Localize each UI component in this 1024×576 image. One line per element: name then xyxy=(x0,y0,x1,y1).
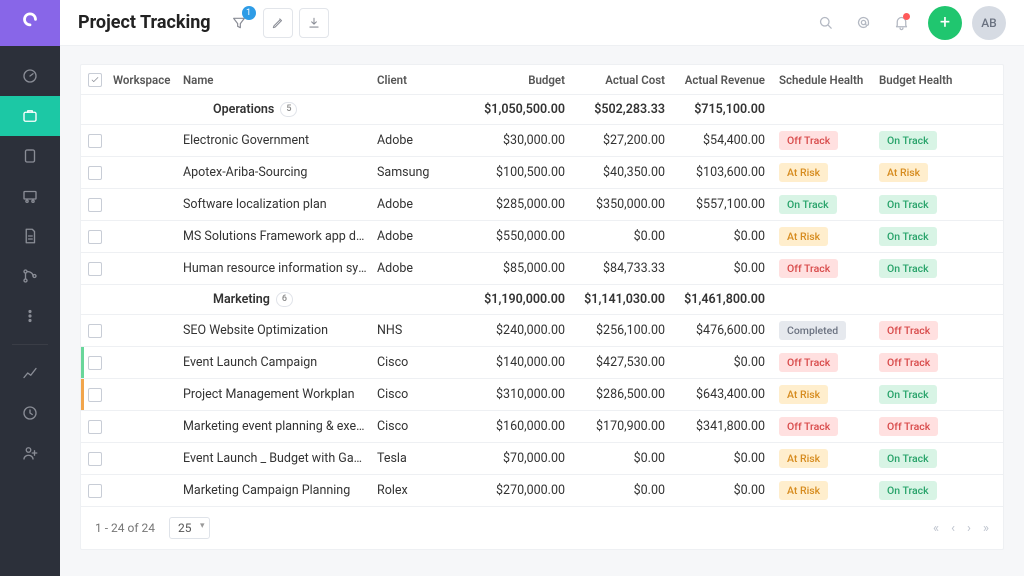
col-cost[interactable]: Actual Cost xyxy=(579,73,679,87)
page-title: Project Tracking xyxy=(78,12,211,33)
row-checkbox[interactable] xyxy=(88,198,102,212)
row-checkbox[interactable] xyxy=(88,356,102,370)
pager: 1 - 24 of 24 25 « ‹ › » xyxy=(81,507,1003,549)
avatar[interactable]: AB xyxy=(972,6,1006,40)
row-checkbox[interactable] xyxy=(88,262,102,276)
pager-prev[interactable]: ‹ xyxy=(951,521,955,536)
col-schedule[interactable]: Schedule Health xyxy=(779,73,879,87)
bell-icon[interactable] xyxy=(884,6,918,40)
nav-separator xyxy=(12,344,48,345)
nav-docs[interactable] xyxy=(0,216,60,256)
row-checkbox[interactable] xyxy=(88,230,102,244)
pager-range: 1 - 24 of 24 xyxy=(95,521,155,535)
add-button[interactable]: + xyxy=(928,6,962,40)
table-row[interactable]: MS Solutions Framework app devel…Adobe$5… xyxy=(81,221,1003,253)
edit-button[interactable] xyxy=(263,8,293,38)
table-row[interactable]: Software localization planAdobe$285,000.… xyxy=(81,189,1003,221)
nav-git[interactable] xyxy=(0,256,60,296)
nav-time[interactable] xyxy=(0,393,60,433)
row-checkbox[interactable] xyxy=(88,324,102,338)
search-icon[interactable] xyxy=(808,6,842,40)
filter-button[interactable]: 1 xyxy=(225,9,253,37)
select-all-checkbox[interactable] xyxy=(88,73,102,87)
group-row[interactable]: Operations5$1,050,500.00$502,283.33$715,… xyxy=(81,95,1003,125)
table-header: Workspace Name Client Budget Actual Cost… xyxy=(81,65,1003,95)
table-row[interactable]: Marketing Campaign PlanningRolex$270,000… xyxy=(81,475,1003,507)
row-checkbox[interactable] xyxy=(88,166,102,180)
sidebar xyxy=(0,0,60,576)
pager-nav: « ‹ › » xyxy=(933,521,989,536)
group-row[interactable]: Marketing6$1,190,000.00$1,141,030.00$1,4… xyxy=(81,285,1003,315)
nav-analytics[interactable] xyxy=(0,353,60,393)
table-row[interactable]: Human resource information syste…Adobe$8… xyxy=(81,253,1003,285)
filter-badge: 1 xyxy=(242,6,256,20)
row-checkbox[interactable] xyxy=(88,388,102,402)
table-row[interactable]: Marketing event planning & executi…Cisco… xyxy=(81,411,1003,443)
table-row[interactable]: Apotex-Ariba-SourcingSamsung$100,500.00$… xyxy=(81,157,1003,189)
topbar: Project Tracking 1 + AB xyxy=(60,0,1024,46)
table-row[interactable]: Electronic GovernmentAdobe$30,000.00$27,… xyxy=(81,125,1003,157)
row-checkbox[interactable] xyxy=(88,452,102,466)
page-size-select[interactable]: 25 xyxy=(169,517,211,539)
row-checkbox[interactable] xyxy=(88,484,102,498)
pager-first[interactable]: « xyxy=(933,521,939,536)
logo[interactable] xyxy=(0,0,60,46)
row-checkbox[interactable] xyxy=(88,134,102,148)
nav-dashboard[interactable] xyxy=(0,56,60,96)
col-workspace[interactable]: Workspace xyxy=(109,73,183,87)
col-name[interactable]: Name xyxy=(183,73,377,87)
nav-people[interactable] xyxy=(0,433,60,473)
table-row[interactable]: Event Launch _ Budget with Gantt …Tesla$… xyxy=(81,443,1003,475)
pager-last[interactable]: » xyxy=(983,521,989,536)
mentions-icon[interactable] xyxy=(846,6,880,40)
row-checkbox[interactable] xyxy=(88,420,102,434)
nav-team[interactable] xyxy=(0,176,60,216)
pager-next[interactable]: › xyxy=(967,521,971,536)
col-revenue[interactable]: Actual Revenue xyxy=(679,73,779,87)
project-table: Workspace Name Client Budget Actual Cost… xyxy=(80,64,1004,550)
table-row[interactable]: Project Management WorkplanCisco$310,000… xyxy=(81,379,1003,411)
table-row[interactable]: SEO Website OptimizationNHS$240,000.00$2… xyxy=(81,315,1003,347)
nav-projects[interactable] xyxy=(0,96,60,136)
nav-tasks[interactable] xyxy=(0,136,60,176)
col-budget-health[interactable]: Budget Health xyxy=(879,73,969,87)
download-button[interactable] xyxy=(299,8,329,38)
col-client[interactable]: Client xyxy=(377,73,469,87)
table-row[interactable]: Event Launch CampaignCisco$140,000.00$42… xyxy=(81,347,1003,379)
nav-more[interactable] xyxy=(0,296,60,336)
col-budget[interactable]: Budget xyxy=(469,73,579,87)
